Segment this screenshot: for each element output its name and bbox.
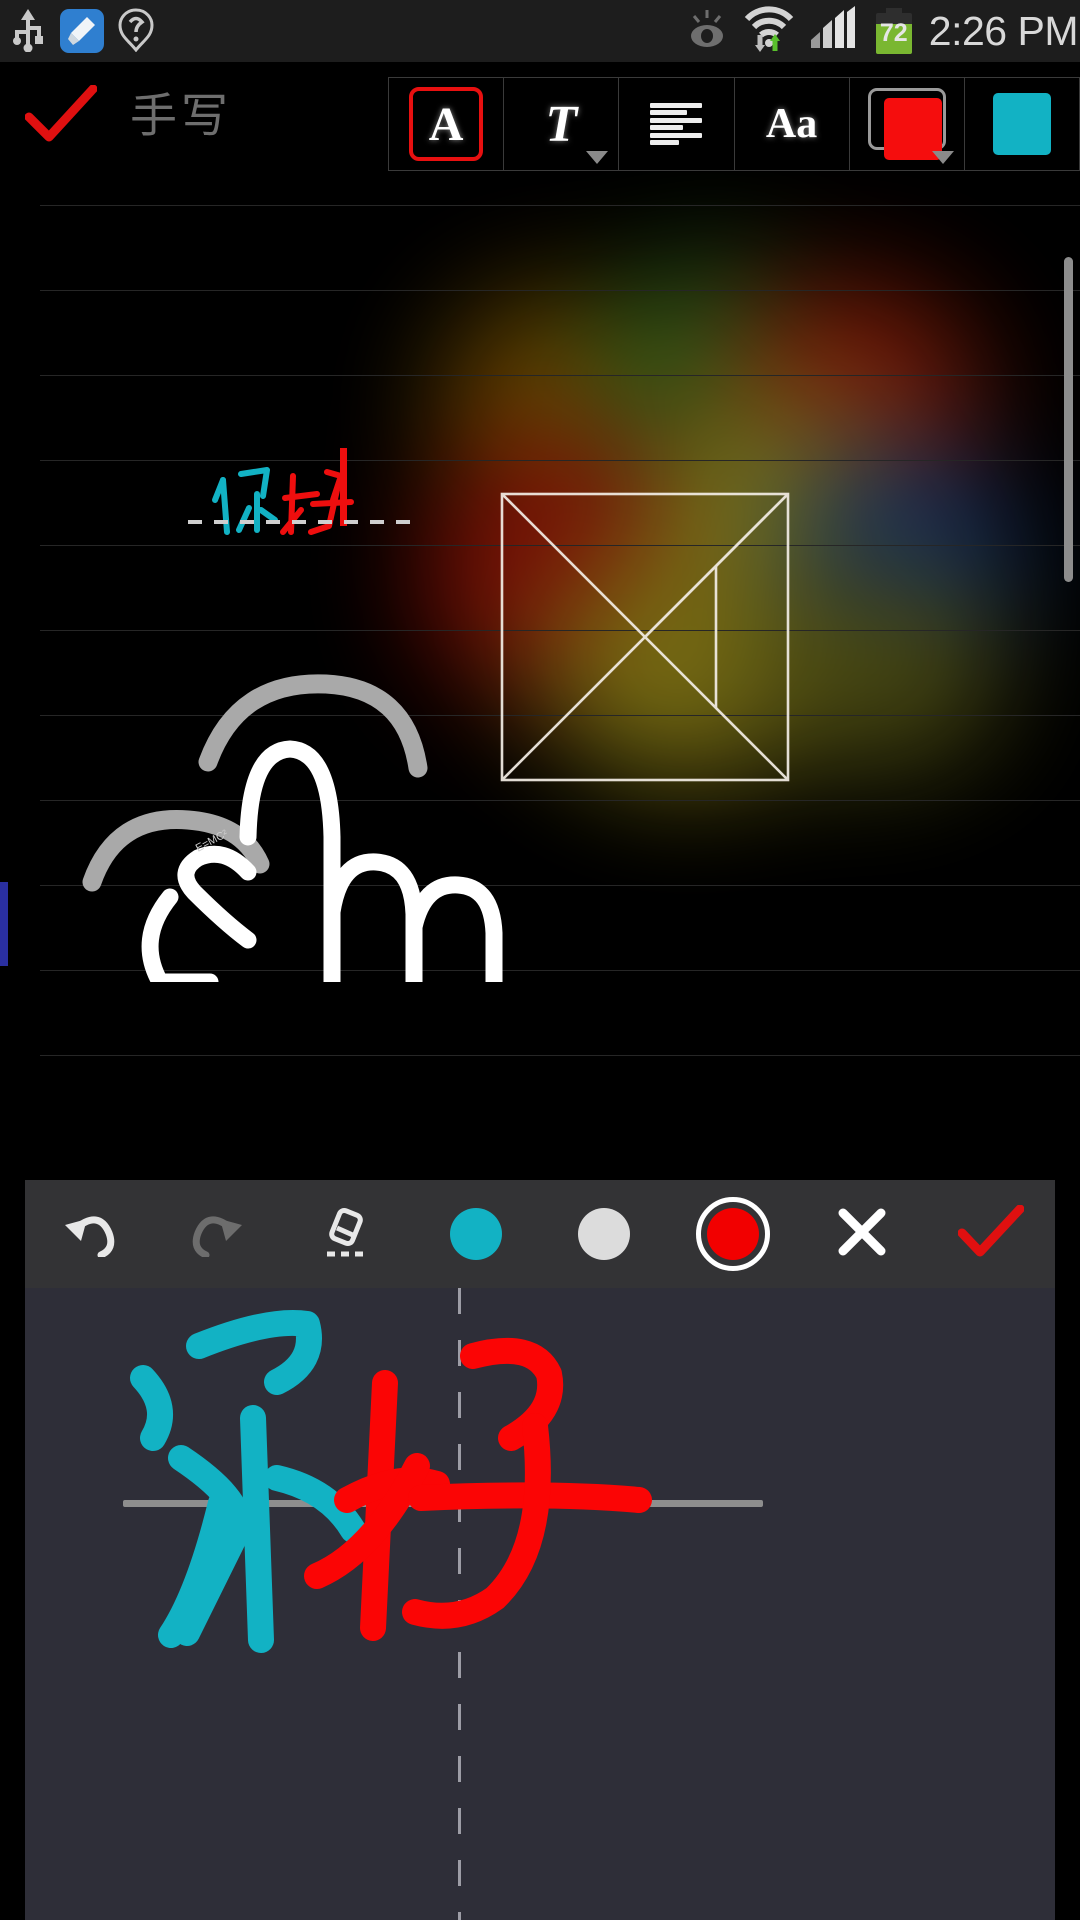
top-toolbar: 手写 A T Aa — [0, 62, 1080, 172]
ruled-line — [40, 205, 1080, 206]
note-handwriting-text — [205, 450, 375, 545]
close-x-icon — [835, 1205, 889, 1264]
pen-color-red-button[interactable] — [669, 1180, 798, 1288]
pen-color-cyan-button[interactable] — [411, 1180, 540, 1288]
eraser-icon — [319, 1204, 375, 1265]
text-format-toolbar: A T Aa — [388, 77, 1080, 171]
dashed-underline — [188, 520, 416, 524]
battery-icon: 72 — [873, 8, 915, 54]
ruled-line — [40, 1055, 1080, 1056]
tool-font-style[interactable]: A — [389, 78, 505, 170]
note-canvas[interactable]: E=MC² — [0, 172, 1080, 1180]
tool-alignment[interactable] — [619, 78, 735, 170]
signal-bars-icon — [807, 5, 861, 57]
color-dot-icon — [696, 1197, 771, 1271]
ruled-line — [40, 375, 1080, 376]
text-cursor — [340, 448, 347, 526]
handwriting-ink — [130, 1309, 652, 1653]
hand-drawing: E=MC² — [70, 552, 590, 991]
color-swatch-icon — [867, 88, 946, 160]
battery-percent-label: 72 — [879, 18, 908, 47]
wifi-transfer-icon — [743, 5, 795, 58]
page-position-marker — [0, 882, 8, 966]
check-icon — [24, 84, 98, 150]
color-dot-icon — [449, 1208, 502, 1260]
color-dot-icon — [578, 1208, 631, 1260]
redo-button[interactable] — [154, 1180, 283, 1288]
ruled-line — [40, 460, 1080, 461]
vertical-scrollbar[interactable] — [1064, 257, 1073, 582]
ruled-line — [40, 290, 1080, 291]
unknown-app-icon — [118, 6, 154, 57]
handwriting-toolbar — [25, 1180, 1055, 1288]
color-swatch-icon — [992, 93, 1051, 155]
status-bar-left-icons — [10, 0, 154, 62]
cancel-button[interactable] — [798, 1180, 927, 1288]
font-size-aa-icon: Aa — [765, 101, 818, 147]
tool-text-color[interactable] — [850, 78, 965, 170]
status-bar-right-icons: 72 2:26 PM — [683, 0, 1080, 62]
undo-arrow-icon — [61, 1207, 117, 1262]
italic-t-icon: T — [545, 95, 578, 153]
page-title: 手写 — [130, 89, 232, 144]
confirm-button[interactable] — [6, 62, 116, 172]
chevron-down-icon — [586, 151, 609, 164]
status-bar-clock: 2:26 PM — [928, 8, 1079, 54]
usb-icon — [10, 6, 46, 57]
cleaner-app-icon — [60, 9, 104, 53]
tool-font-size[interactable]: Aa — [735, 78, 850, 170]
status-bar: 72 2:26 PM — [0, 0, 1080, 62]
tool-text-style[interactable]: T — [504, 78, 620, 170]
check-icon — [957, 1204, 1025, 1264]
smart-stay-eye-icon — [683, 6, 731, 57]
undo-button[interactable] — [25, 1180, 154, 1288]
handwriting-input-panel — [0, 1180, 1080, 1920]
phone-screen: 72 2:26 PM 手写 A T Aa E=MC² — [0, 0, 1080, 1920]
pen-color-white-button[interactable] — [540, 1180, 669, 1288]
align-left-icon — [650, 103, 703, 145]
letter-a-icon: A — [428, 97, 464, 151]
chevron-down-icon — [931, 151, 954, 164]
redo-arrow-icon — [190, 1207, 246, 1262]
tool-highlight-color[interactable] — [965, 78, 1079, 170]
done-button[interactable] — [926, 1180, 1055, 1288]
handwriting-draw-area[interactable] — [25, 1288, 1055, 1920]
eraser-button[interactable] — [283, 1180, 412, 1288]
